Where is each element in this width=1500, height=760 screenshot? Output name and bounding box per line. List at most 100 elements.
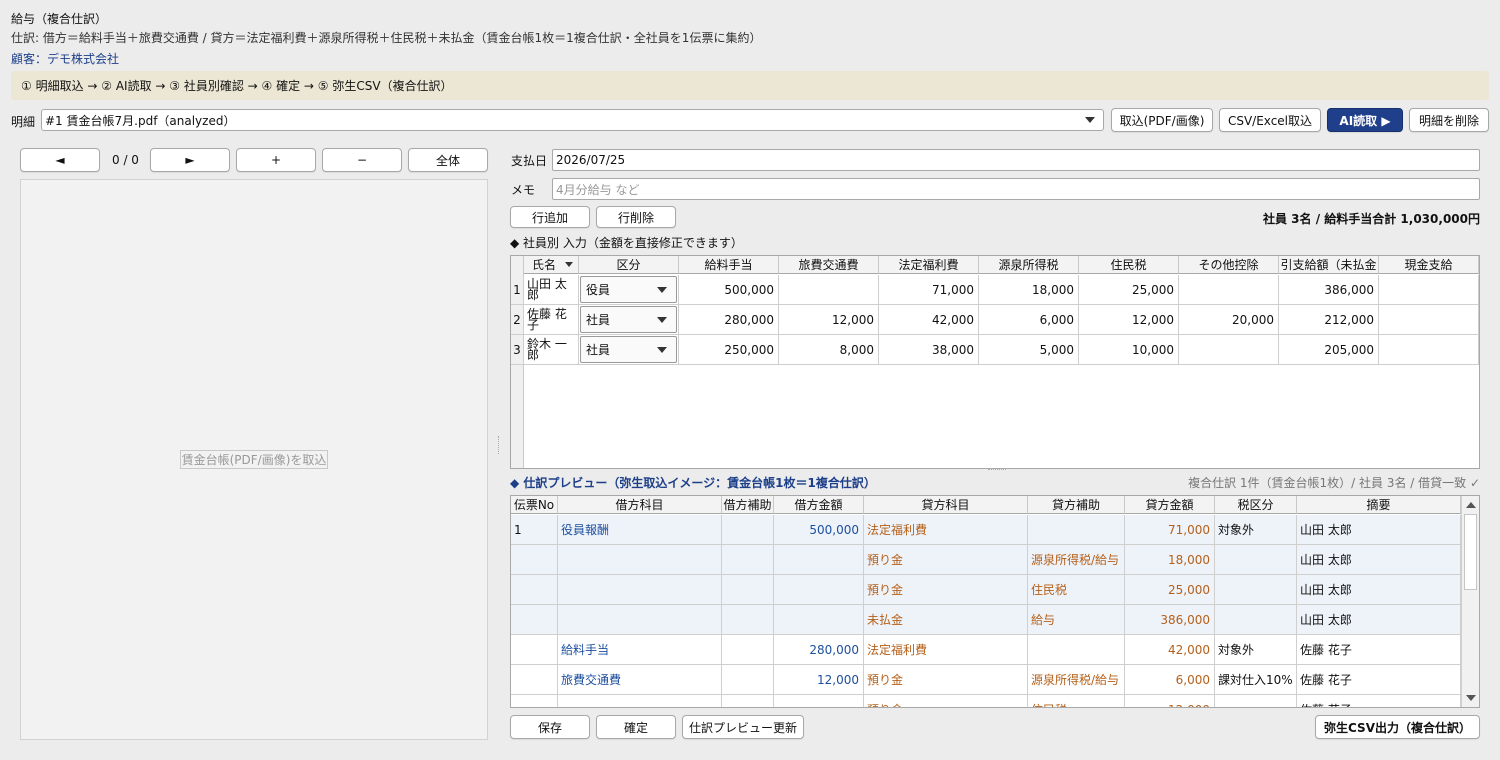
kubun-select[interactable]: 社員 (580, 306, 677, 333)
travel-cell[interactable]: 8,000 (779, 335, 879, 365)
net-cell[interactable]: 212,000 (1279, 305, 1379, 335)
welfare-cell[interactable]: 42,000 (879, 305, 979, 335)
debit-sub-cell (722, 545, 774, 575)
next-page-button[interactable]: ► (150, 148, 230, 172)
col-header-cash[interactable]: 現金支給 (1379, 256, 1479, 274)
refresh-preview-button[interactable]: 仕訳プレビュー更新 (682, 715, 804, 739)
withholding-cell[interactable]: 5,000 (979, 335, 1079, 365)
resize-handle[interactable] (988, 469, 1006, 471)
debit-sub-cell (722, 605, 774, 635)
credit-sub-cell (1028, 515, 1125, 545)
travel-cell[interactable]: 12,000 (779, 305, 879, 335)
zoom-out-button[interactable]: − (322, 148, 402, 172)
add-row-button[interactable]: 行追加 (510, 206, 590, 228)
debit-amount-cell: 280,000 (774, 635, 864, 665)
col-header-withholding[interactable]: 源泉所得税 (979, 256, 1079, 274)
document-viewer[interactable]: 賃金台帳(PDF/画像)を取込 (20, 179, 488, 740)
kubun-cell[interactable]: 役員 (579, 275, 679, 305)
cash-cell[interactable] (1379, 275, 1479, 305)
kubun-cell[interactable]: 社員 (579, 305, 679, 335)
memo-cell: 山田 太郎 (1297, 545, 1461, 575)
employee-table[interactable]: 氏名 区分 給料手当 旅費交通費 法定福利費 源泉所得税 住民税 その他控除 引… (510, 255, 1480, 469)
scroll-up-icon[interactable] (1466, 502, 1476, 508)
resident-cell[interactable]: 10,000 (1079, 335, 1179, 365)
vertical-scrollbar[interactable] (1461, 496, 1479, 707)
ai-read-button[interactable]: AI読取 ▶ (1327, 108, 1403, 132)
debit-sub-cell (722, 695, 774, 707)
col-header-kubun[interactable]: 区分 (579, 256, 679, 274)
delete-row-button[interactable]: 行削除 (596, 206, 676, 228)
col-header-welfare[interactable]: 法定福利費 (879, 256, 979, 274)
slip-no-cell (511, 635, 558, 665)
debit-account-cell (558, 575, 722, 605)
employee-name-cell[interactable]: 佐藤 花子 (524, 305, 579, 335)
col-header-other[interactable]: その他控除 (1179, 256, 1279, 274)
fit-button[interactable]: 全体 (408, 148, 488, 172)
col-header-net[interactable]: 引支給額（未払金 (1279, 256, 1379, 274)
welfare-cell[interactable]: 38,000 (879, 335, 979, 365)
tax-cell (1215, 545, 1297, 575)
customer-label: 顧客：デモ株式会社 (11, 52, 120, 66)
salary-cell[interactable]: 280,000 (679, 305, 779, 335)
travel-cell[interactable] (779, 275, 879, 305)
cash-cell[interactable] (1379, 305, 1479, 335)
welfare-cell[interactable]: 71,000 (879, 275, 979, 305)
row-number: 2 (511, 305, 524, 335)
employee-name-cell[interactable]: 鈴木 一郎 (524, 335, 579, 365)
kubun-select[interactable]: 役員 (580, 276, 677, 303)
delete-detail-button[interactable]: 明細を削除 (1409, 108, 1489, 132)
credit-sub-cell: 給与 (1028, 605, 1125, 635)
resident-cell[interactable]: 25,000 (1079, 275, 1179, 305)
import-pdf-button[interactable]: 取込(PDF/画像) (1111, 108, 1213, 132)
memo-cell: 佐藤 花子 (1297, 635, 1461, 665)
salary-cell[interactable]: 250,000 (679, 335, 779, 365)
debit-amount-cell (774, 575, 864, 605)
cash-cell[interactable] (1379, 335, 1479, 365)
col-header-debit-account: 借方科目 (558, 496, 722, 514)
col-header-tax: 税区分 (1215, 496, 1297, 514)
resident-cell[interactable]: 12,000 (1079, 305, 1179, 335)
prev-page-button[interactable]: ◄ (20, 148, 100, 172)
export-csv-button[interactable]: 弥生CSV出力（複合仕訳） (1315, 715, 1480, 739)
slip-no-cell (511, 665, 558, 695)
journal-preview-table[interactable]: 伝票No 借方科目 借方補助 借方金額 貸方科目 貸方補助 貸方金額 税区分 摘… (510, 495, 1480, 708)
debit-amount-cell: 500,000 (774, 515, 864, 545)
other-cell[interactable] (1179, 335, 1279, 365)
col-header-credit-sub: 貸方補助 (1028, 496, 1125, 514)
chevron-down-icon (1085, 117, 1095, 123)
net-cell[interactable]: 386,000 (1279, 275, 1379, 305)
minus-icon: − (356, 153, 368, 167)
withholding-cell[interactable]: 18,000 (979, 275, 1079, 305)
credit-sub-cell: 源泉所得税/給与 (1028, 545, 1125, 575)
credit-amount-cell: 12,000 (1125, 695, 1215, 707)
col-header-name[interactable]: 氏名 (524, 256, 579, 274)
scrollbar-thumb[interactable] (1464, 514, 1477, 590)
credit-account-cell: 預り金 (864, 695, 1028, 707)
employee-summary: 社員 3名 / 給料手当合計 1,030,000円 (1262, 212, 1480, 226)
confirm-button[interactable]: 確定 (596, 715, 676, 739)
col-header-travel[interactable]: 旅費交通費 (779, 256, 879, 274)
other-cell[interactable] (1179, 275, 1279, 305)
kubun-select[interactable]: 社員 (580, 336, 677, 363)
import-csv-button[interactable]: CSV/Excel取込 (1219, 108, 1321, 132)
salary-cell[interactable]: 500,000 (679, 275, 779, 305)
credit-amount-cell: 42,000 (1125, 635, 1215, 665)
split-handle[interactable] (498, 436, 500, 454)
save-button[interactable]: 保存 (510, 715, 590, 739)
memo-input[interactable]: 4月分給与 など (552, 178, 1480, 200)
memo-cell: 山田 太郎 (1297, 605, 1461, 635)
debit-sub-cell (722, 635, 774, 665)
employee-name-cell[interactable]: 山田 太郎 (524, 275, 579, 305)
net-cell[interactable]: 205,000 (1279, 335, 1379, 365)
withholding-cell[interactable]: 6,000 (979, 305, 1079, 335)
col-header-salary[interactable]: 給料手当 (679, 256, 779, 274)
col-header-resident[interactable]: 住民税 (1079, 256, 1179, 274)
pay-date-input[interactable]: 2026/07/25 (552, 149, 1480, 171)
other-cell[interactable]: 20,000 (1179, 305, 1279, 335)
col-header-credit-account: 貸方科目 (864, 496, 1028, 514)
credit-amount-cell: 71,000 (1125, 515, 1215, 545)
scroll-down-icon[interactable] (1466, 695, 1476, 701)
detail-select[interactable]: #1 賃金台帳7月.pdf（analyzed） (41, 109, 1104, 131)
zoom-in-button[interactable]: + (236, 148, 316, 172)
kubun-cell[interactable]: 社員 (579, 335, 679, 365)
